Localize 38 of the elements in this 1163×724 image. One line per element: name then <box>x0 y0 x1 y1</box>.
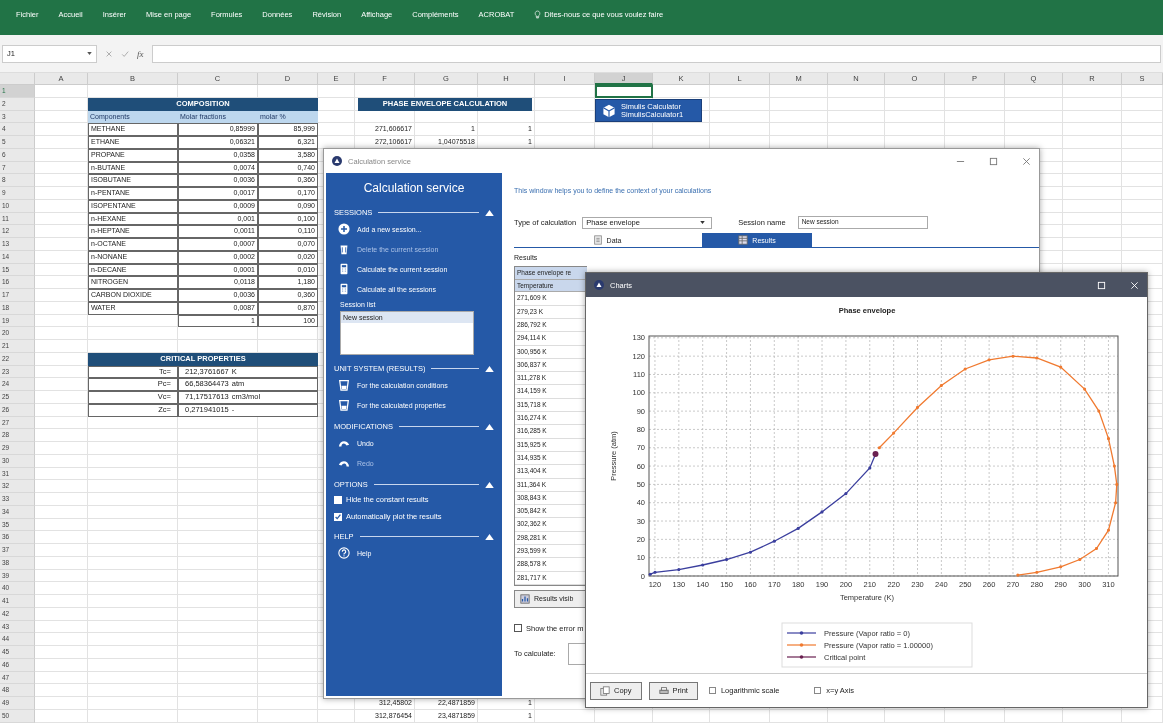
panel-title: Calculation service <box>362 181 466 195</box>
collapse-icon[interactable] <box>485 209 494 216</box>
app-icon <box>594 280 604 290</box>
checkbox[interactable] <box>814 687 822 694</box>
maximize-icon[interactable] <box>989 156 998 166</box>
beaker-icon <box>338 379 350 391</box>
function-button[interactable]: fx <box>137 48 144 59</box>
chart-icon <box>520 593 530 604</box>
legend-line <box>786 643 817 647</box>
checkbox[interactable] <box>708 687 716 694</box>
close-icon[interactable] <box>1022 156 1031 166</box>
caret-icon <box>700 221 706 224</box>
lightbulb-icon <box>534 10 542 19</box>
caret-icon <box>87 52 92 55</box>
formula-input[interactable] <box>151 44 1161 63</box>
data-point <box>872 451 879 457</box>
plus-circle-icon <box>338 223 350 235</box>
collapse-icon[interactable] <box>485 481 494 488</box>
legend-marker <box>786 655 817 659</box>
collapse-icon[interactable] <box>485 365 494 372</box>
cube-icon <box>602 103 616 118</box>
print-icon <box>658 685 669 696</box>
checkbox[interactable] <box>334 512 342 521</box>
copy-icon <box>600 685 610 696</box>
document-icon <box>592 235 603 245</box>
selected-cell[interactable] <box>595 85 653 98</box>
legend-line <box>786 631 817 635</box>
table-icon <box>738 235 749 245</box>
trash-icon <box>338 243 350 255</box>
beaker-icon <box>338 399 350 411</box>
calculator-icon <box>338 283 350 295</box>
checkbox[interactable] <box>514 624 522 633</box>
collapse-icon[interactable] <box>485 423 494 430</box>
checkbox[interactable] <box>334 495 342 504</box>
help-icon <box>338 547 350 559</box>
collapse-icon[interactable] <box>485 533 494 540</box>
calculator-icon <box>338 263 350 275</box>
app-icon <box>332 156 342 166</box>
